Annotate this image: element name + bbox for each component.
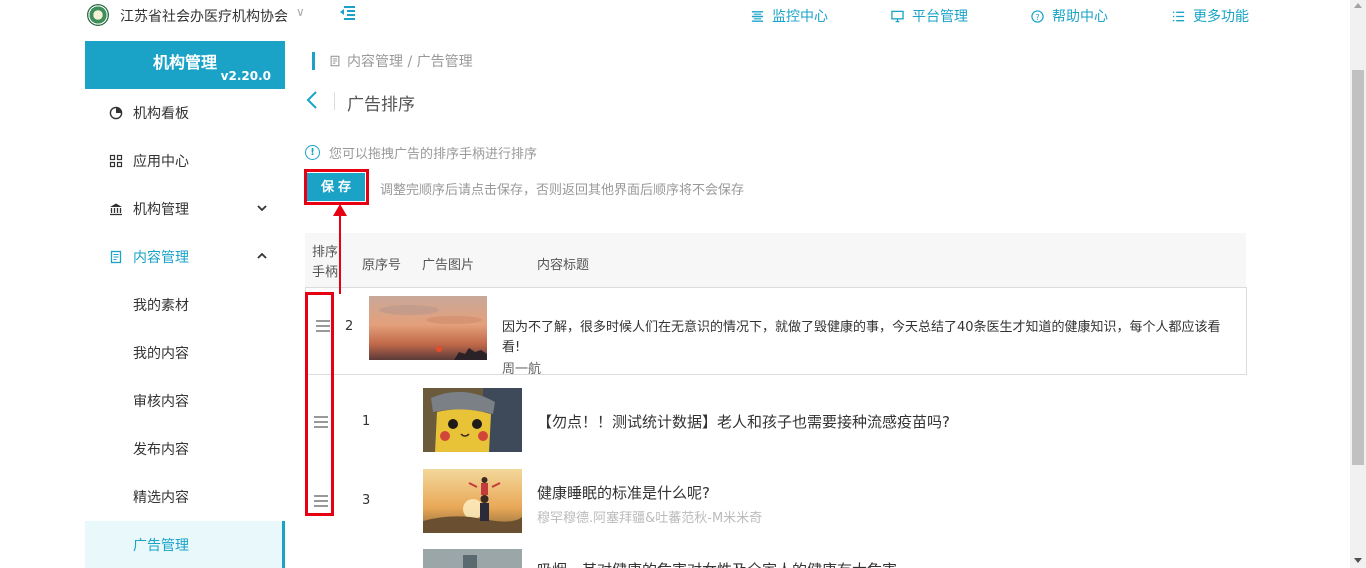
help-circle-icon: ? [1031, 9, 1044, 23]
nav-platform-management[interactable]: 平台管理 [891, 6, 968, 26]
scroll-up-arrow-icon[interactable] [1354, 3, 1362, 8]
page-scrollbar[interactable] [1350, 0, 1366, 568]
desktop-icon [891, 10, 904, 22]
table-row[interactable]: 1 【勿点！！测试统计数据】老人和孩子也需要接种流感疫苗吗? [305, 380, 1246, 465]
nav-platform-management-label: 平台管理 [912, 9, 968, 25]
breadcrumb: 内容管理 / 广告管理 [312, 52, 473, 70]
sidebar-item-app-center[interactable]: 应用中心 [85, 137, 285, 185]
sidebar: 机构管理 v2.20.0 机构看板 应用中心 机构管理 内容管理 我的素材 我的… [85, 41, 285, 568]
row-author: 周一航 [502, 362, 542, 377]
org-name[interactable]: 江苏省社会办医疗机构协会 [120, 6, 288, 26]
table-row-dragging[interactable]: 2 因为不了解，很多时候人们在无意识的情况下，就做了毁健康的事，今天总结了40条… [305, 287, 1247, 377]
sidebar-item-review-content[interactable]: 审核内容 [85, 377, 285, 425]
annotation-arrow-line [339, 212, 341, 294]
info-icon: ! [305, 145, 320, 160]
nav-help-center[interactable]: ? 帮助中心 [1031, 6, 1108, 26]
scroll-down-arrow-icon[interactable] [1354, 558, 1362, 563]
list-icon [1172, 11, 1185, 21]
row-title: 【勿点！！测试统计数据】老人和孩子也需要接种流感疫苗吗? [537, 413, 950, 431]
divider [334, 92, 335, 110]
collapse-menu-icon[interactable] [340, 6, 355, 20]
grid-icon [109, 154, 123, 168]
highlight-box-save [304, 169, 369, 205]
annotation-arrow-head-icon [333, 204, 347, 216]
column-header-orig-no: 原序号 [362, 258, 402, 273]
sidebar-item-ad-management[interactable]: 广告管理 [85, 521, 285, 568]
row-title: 健康睡眠的标准是什么呢? [537, 484, 710, 502]
nav-monitor-center[interactable]: 监控中心 [751, 6, 828, 26]
sidebar-item-publish-content[interactable]: 发布内容 [85, 425, 285, 473]
sidebar-item-my-content[interactable]: 我的内容 [85, 329, 285, 377]
ad-image-sunset [369, 296, 487, 360]
row-title: 因为不了解，很多时候人们在无意识的情况下，就做了毁健康的事，今天总结了40条医生… [502, 320, 1221, 355]
table-row[interactable]: 吸烟，其对健康的危害对女性及全家人的健康有大危害 [305, 545, 1246, 568]
page-title: 广告排序 [347, 95, 415, 115]
sidebar-item-content-management[interactable]: 内容管理 [85, 233, 285, 281]
nav-more-functions-label: 更多功能 [1193, 9, 1249, 25]
document-icon [110, 250, 122, 264]
chevron-up-icon [257, 249, 267, 262]
chevron-down-icon [257, 201, 267, 214]
nav-help-center-label: 帮助中心 [1052, 9, 1108, 25]
row-orig-no: 2 [345, 319, 354, 334]
sidebar-item-org-management[interactable]: 机构管理 [85, 185, 285, 233]
table-header: 排序手柄 原序号 广告图片 内容标题 [305, 233, 1246, 288]
info-tip: ! 您可以拖拽广告的排序手柄进行排序 [305, 143, 537, 162]
ad-image-pikachu [423, 388, 522, 452]
sidebar-item-label: 机构看板 [133, 106, 189, 122]
top-bar: 江苏省社会办医疗机构协会 ∨ 监控中心 平台管理 ? 帮助中心 更多功能 [0, 0, 1350, 32]
ad-image-family-sunset [423, 469, 522, 533]
sidebar-header: 机构管理 v2.20.0 [85, 41, 285, 89]
bank-icon [110, 203, 122, 216]
sidebar-item-label: 机构管理 [133, 202, 189, 218]
svg-text:?: ? [1035, 11, 1039, 21]
column-header-title: 内容标题 [537, 258, 590, 273]
nav-more-functions[interactable]: 更多功能 [1172, 6, 1249, 26]
version-label: v2.20.0 [220, 69, 271, 83]
document-icon [330, 55, 340, 67]
row-orig-no: 1 [362, 414, 371, 429]
row-orig-no: 3 [362, 493, 371, 508]
ad-image-smoking [423, 549, 522, 568]
save-note: 调整完顺序后请点击保存，否则返回其他界面后顺序将不会保存 [380, 183, 745, 198]
back-arrow-icon[interactable] [306, 90, 318, 115]
table-row[interactable]: 3 健康睡眠的标准是什么呢? 穆罕穆德.阿塞拜疆&吐蕃范秋-M米米奇 [305, 465, 1246, 545]
highlight-box-handles [305, 292, 334, 516]
column-header-handle: 排序手柄 [312, 245, 339, 280]
breadcrumb-text: 内容管理 / 广告管理 [347, 54, 473, 70]
sidebar-item-label: 应用中心 [133, 154, 189, 170]
row-title: 吸烟，其对健康的危害对女性及全家人的健康有大危害 [537, 559, 897, 568]
column-header-image: 广告图片 [422, 258, 475, 273]
sidebar-item-label: 内容管理 [133, 250, 189, 266]
row-author: 穆罕穆德.阿塞拜疆&吐蕃范秋-M米米奇 [537, 511, 763, 526]
chevron-down-icon[interactable]: ∨ [296, 5, 305, 19]
scrollbar-thumb[interactable] [1352, 70, 1364, 465]
info-tip-text: 您可以拖拽广告的排序手柄进行排序 [329, 147, 538, 162]
monitor-center-icon [751, 10, 764, 22]
pie-chart-icon [109, 106, 123, 120]
sidebar-item-my-materials[interactable]: 我的素材 [85, 281, 285, 329]
sidebar-item-dashboard[interactable]: 机构看板 [85, 89, 285, 137]
nav-monitor-center-label: 监控中心 [772, 9, 828, 25]
org-logo-icon [87, 4, 109, 26]
sidebar-item-featured-content[interactable]: 精选内容 [85, 473, 285, 521]
